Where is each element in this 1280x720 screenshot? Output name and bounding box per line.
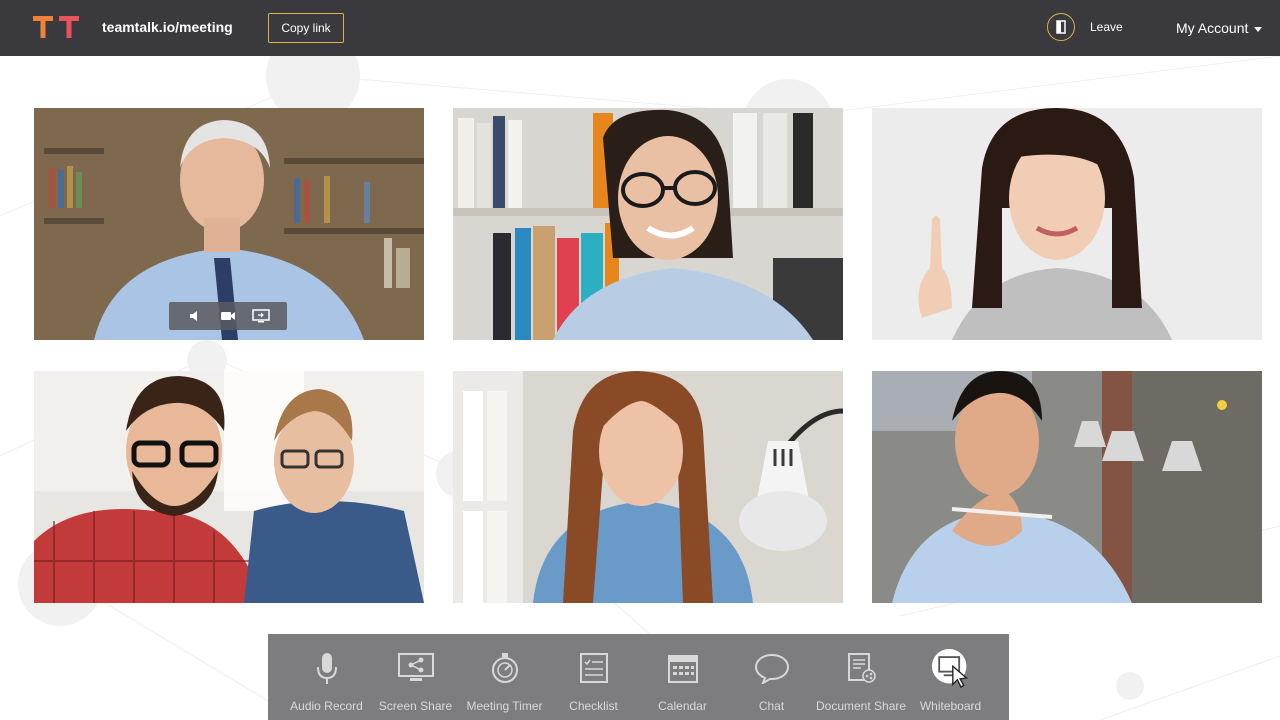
video-tile-6[interactable] xyxy=(872,371,1262,603)
participant-video xyxy=(453,371,843,603)
my-account-menu[interactable]: My Account xyxy=(1176,20,1263,36)
top-navigation-bar: teamtalk.io/meeting Copy link Leave My A… xyxy=(0,0,1280,56)
meeting-timer-button[interactable]: Meeting Timer xyxy=(460,634,549,720)
chevron-down-icon xyxy=(1254,26,1263,32)
checklist-label: Checklist xyxy=(569,699,618,713)
whiteboard-button[interactable]: Whiteboard xyxy=(906,634,995,720)
document-share-button[interactable]: Document Share xyxy=(816,634,906,720)
meeting-url: teamtalk.io/meeting xyxy=(102,19,233,35)
whiteboard-label: Whiteboard xyxy=(919,699,982,713)
meeting-timer-label: Meeting Timer xyxy=(466,699,543,713)
screen-share-label: Screen Share xyxy=(378,699,453,713)
my-account-label: My Account xyxy=(1176,20,1249,36)
microphone-icon xyxy=(307,648,347,688)
screen-share-button[interactable]: Screen Share xyxy=(371,634,460,720)
calendar-label: Calendar xyxy=(658,699,707,713)
video-tile-1[interactable] xyxy=(34,108,424,340)
participant-video xyxy=(34,371,424,603)
checklist-button[interactable]: Checklist xyxy=(549,634,638,720)
video-tile-3[interactable] xyxy=(872,108,1262,340)
calendar-icon xyxy=(663,648,703,688)
meeting-toolbar: Audio Record Screen Share Meeting Timer … xyxy=(268,634,1009,720)
chat-icon xyxy=(752,648,792,688)
tile-controls xyxy=(169,302,287,330)
document-share-label: Document Share xyxy=(815,699,907,713)
screen-share-icon xyxy=(396,648,436,688)
teamtalk-logo xyxy=(33,16,79,38)
checklist-icon xyxy=(574,648,614,688)
audio-record-button[interactable]: Audio Record xyxy=(282,634,371,720)
video-tile-5[interactable] xyxy=(453,371,843,603)
audio-record-label: Audio Record xyxy=(290,699,363,713)
participant-video xyxy=(453,108,843,340)
screen-share-icon[interactable] xyxy=(251,306,271,326)
leave-icon[interactable] xyxy=(1047,13,1075,41)
chat-label: Chat xyxy=(758,699,785,713)
speaker-icon[interactable] xyxy=(185,306,205,326)
leave-button[interactable]: Leave xyxy=(1090,20,1123,34)
participant-video xyxy=(872,108,1262,340)
timer-icon xyxy=(485,648,525,688)
calendar-button[interactable]: Calendar xyxy=(638,634,727,720)
chat-button[interactable]: Chat xyxy=(727,634,816,720)
document-share-icon xyxy=(841,648,881,688)
camera-icon[interactable] xyxy=(218,306,238,326)
participant-video xyxy=(872,371,1262,603)
video-tile-4[interactable] xyxy=(34,371,424,603)
video-tile-2[interactable] xyxy=(453,108,843,340)
copy-link-button[interactable]: Copy link xyxy=(268,13,344,43)
whiteboard-icon xyxy=(931,648,971,689)
